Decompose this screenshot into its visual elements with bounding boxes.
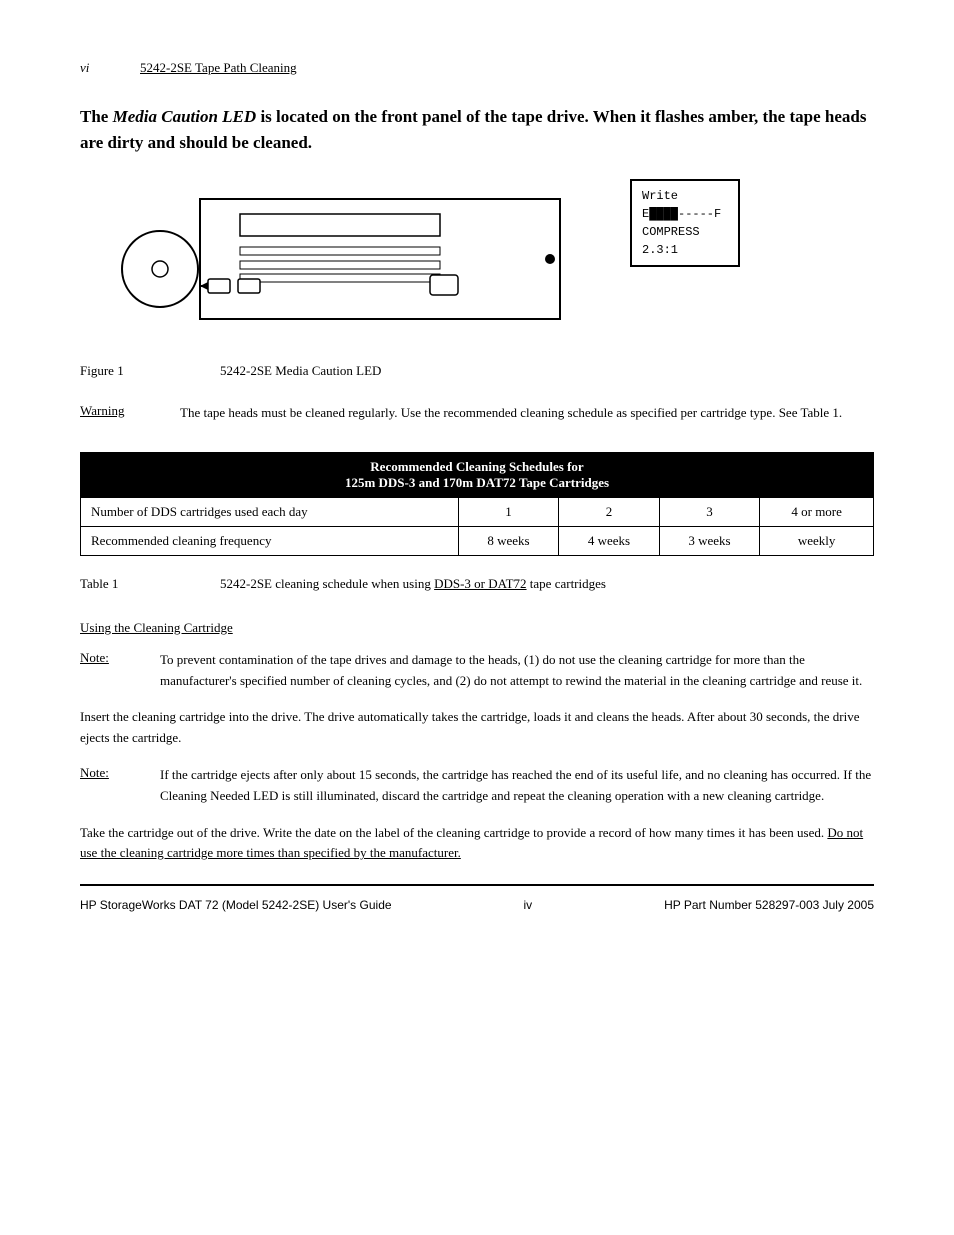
- table-caption-post: tape cartridges: [527, 576, 606, 591]
- note1-text: To prevent contamination of the tape dri…: [160, 650, 874, 692]
- footer-center: iv: [523, 898, 532, 912]
- table-caption: Table 1 5242-2SE cleaning schedule when …: [80, 576, 874, 592]
- table-caption-text: 5242-2SE cleaning schedule when using DD…: [220, 576, 874, 592]
- heading-pre: The: [80, 107, 113, 126]
- main-heading: The Media Caution LED is located on the …: [80, 104, 874, 155]
- section-link: 5242-2SE Tape Path Cleaning: [140, 60, 297, 76]
- section-heading: Using the Cleaning Cartridge: [80, 620, 874, 636]
- table-row1-col4: 4 or more: [760, 497, 874, 526]
- table-header: Recommended Cleaning Schedules for 125m …: [81, 452, 874, 497]
- figure-caption: Figure 1 5242-2SE Media Caution LED: [80, 363, 874, 379]
- table-caption-pre: 5242-2SE cleaning schedule when using: [220, 576, 434, 591]
- table-row-1: Number of DDS cartridges used each day 1…: [81, 497, 874, 526]
- table-row2-col3: 3 weeks: [659, 526, 760, 555]
- figure-label: Figure 1: [80, 363, 160, 379]
- table-header-row1: Recommended Cleaning Schedules for: [91, 459, 863, 475]
- table-caption-label: Table 1: [80, 576, 160, 592]
- para2-pre: Take the cartridge out of the drive. Wri…: [80, 825, 827, 840]
- table-row2-col1: 8 weeks: [458, 526, 559, 555]
- table-row2-col4: weekly: [760, 526, 874, 555]
- table-header-row2: 125m DDS-3 and 170m DAT72 Tape Cartridge…: [91, 475, 863, 491]
- table-row1-col1: 1: [458, 497, 559, 526]
- table-row2-label: Recommended cleaning frequency: [81, 526, 459, 555]
- note1-label: Note:: [80, 650, 140, 692]
- note2-text: If the cartridge ejects after only about…: [160, 765, 874, 807]
- lcd-display: WriteE████-----FCOMPRESS2.3:1: [630, 179, 740, 267]
- warning-label: Warning: [80, 403, 160, 424]
- para1: Insert the cleaning cartridge into the d…: [80, 707, 874, 749]
- heading-italic: Media Caution LED: [113, 107, 257, 126]
- table-row1-label: Number of DDS cartridges used each day: [81, 497, 459, 526]
- page: vi 5242-2SE Tape Path Cleaning The Media…: [0, 0, 954, 972]
- figure-caption-text: 5242-2SE Media Caution LED: [220, 363, 381, 379]
- header-row: vi 5242-2SE Tape Path Cleaning: [80, 60, 874, 76]
- page-indicator: vi: [80, 60, 140, 76]
- table-row1-col3: 3: [659, 497, 760, 526]
- note2-row: Note: If the cartridge ejects after only…: [80, 765, 874, 807]
- cleaning-table: Recommended Cleaning Schedules for 125m …: [80, 452, 874, 556]
- table-row-2: Recommended cleaning frequency 8 weeks 4…: [81, 526, 874, 555]
- footer-right: HP Part Number 528297-003 July 2005: [664, 898, 874, 912]
- warning-row: Warning The tape heads must be cleaned r…: [80, 403, 874, 424]
- table-caption-link: DDS-3 or DAT72: [434, 576, 526, 591]
- tape-drive-diagram: [110, 179, 610, 339]
- footer: HP StorageWorks DAT 72 (Model 5242-2SE) …: [80, 898, 874, 912]
- warning-text: The tape heads must be cleaned regularly…: [180, 403, 874, 424]
- footer-rule: [80, 884, 874, 886]
- note2-label: Note:: [80, 765, 140, 807]
- diagram-container: WriteE████-----FCOMPRESS2.3:1: [110, 179, 874, 339]
- para2: Take the cartridge out of the drive. Wri…: [80, 823, 874, 865]
- note1-row: Note: To prevent contamination of the ta…: [80, 650, 874, 692]
- footer-left: HP StorageWorks DAT 72 (Model 5242-2SE) …: [80, 898, 392, 912]
- table-row2-col2: 4 weeks: [559, 526, 660, 555]
- table-row1-col2: 2: [559, 497, 660, 526]
